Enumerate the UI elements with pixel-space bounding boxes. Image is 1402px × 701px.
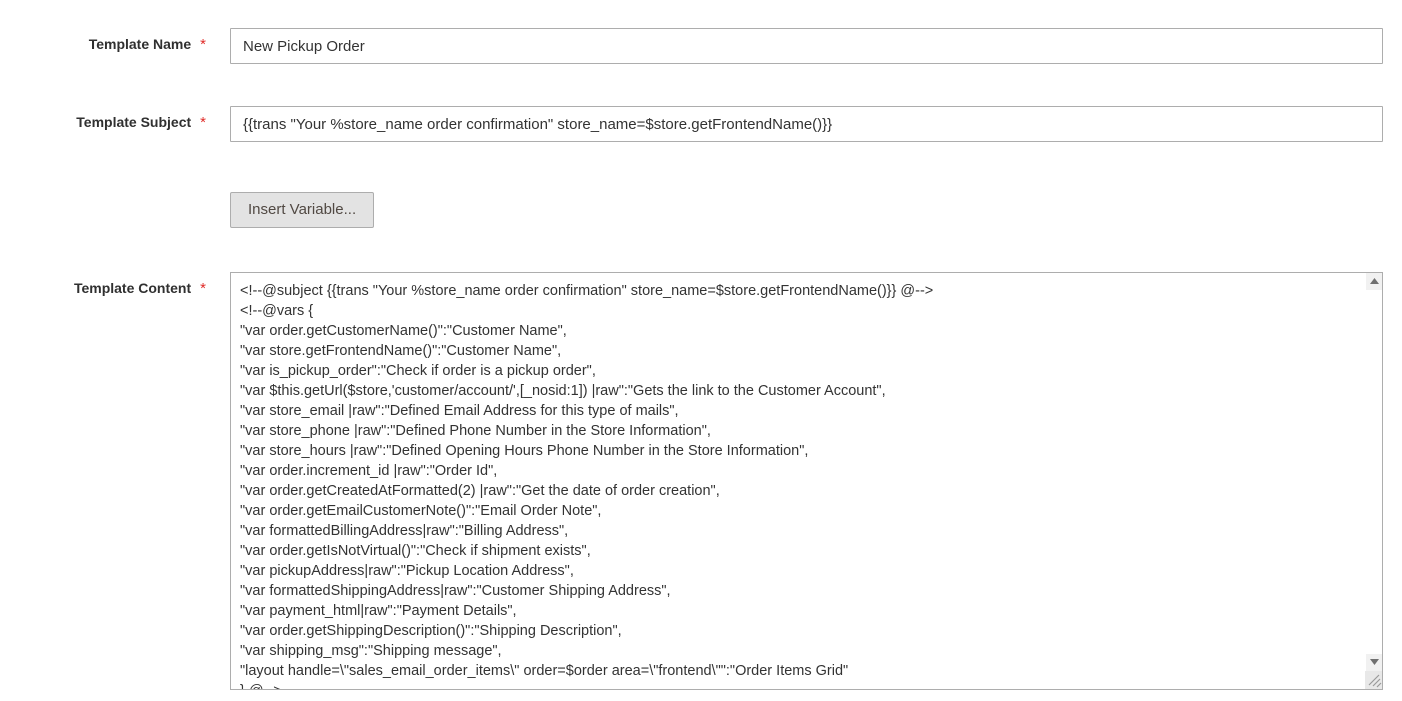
insert-variable-control-cell: Insert Variable...	[206, 192, 1402, 228]
email-template-form: Template Name* Template Subject* Insert …	[0, 0, 1402, 701]
template-content-label: Template Content	[73, 280, 192, 296]
field-row-template-content: Template Content *	[0, 272, 1402, 690]
template-content-textarea[interactable]	[230, 272, 1383, 690]
template-content-textarea-holder	[230, 272, 1383, 690]
template-subject-input[interactable]	[230, 106, 1383, 142]
insert-variable-label-spacer	[0, 192, 206, 199]
field-row-template-subject: Template Subject *	[0, 106, 1402, 142]
template-name-label: Template Name	[88, 36, 192, 52]
template-subject-label: Template Subject	[76, 114, 192, 130]
template-name-input[interactable]	[230, 28, 1383, 64]
template-subject-label-cell: Template Subject *	[0, 106, 206, 132]
template-name-label-cell: Template Name *	[0, 28, 206, 54]
template-subject-control-cell	[206, 106, 1402, 142]
field-row-template-name: Template Name *	[0, 28, 1402, 64]
field-row-insert-variable: Insert Variable...	[0, 192, 1402, 228]
insert-variable-button[interactable]: Insert Variable...	[230, 192, 375, 228]
template-name-control-cell	[206, 28, 1402, 64]
template-content-label-cell: Template Content *	[0, 272, 206, 298]
template-content-control-cell	[206, 272, 1402, 690]
